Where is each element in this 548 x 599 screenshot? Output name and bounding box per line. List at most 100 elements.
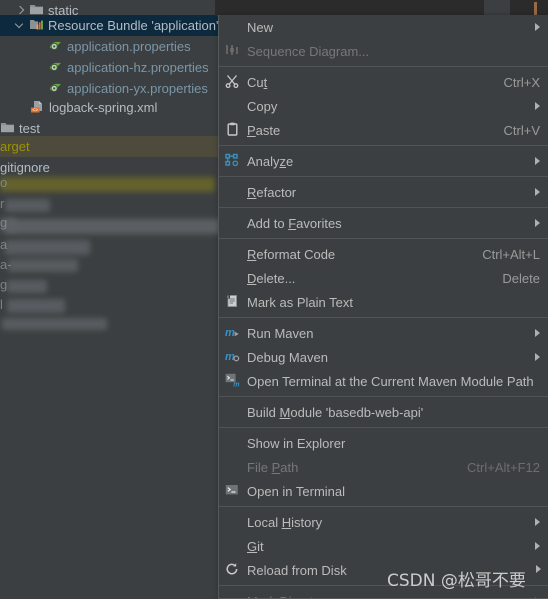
context-menu[interactable]: New Sequence Diagram... Cut Ctrl+X Copy Paste… [218,15,548,599]
menu-item-show-in-explorer[interactable]: Show in Explorer [219,431,548,455]
chevron-down-icon[interactable] [14,19,27,32]
menu-item-mark-as-plain-text[interactable]: x Mark as Plain Text [219,290,548,314]
menu-item-label: Run Maven [247,325,314,341]
tree-row-label: arget [0,139,30,154]
tree-row-label: application.properties [67,39,191,54]
menu-item-shortcut: Ctrl+V [503,122,540,138]
menu-icon-slot [225,270,243,286]
svg-text:m: m [225,351,235,363]
menu-separator [219,176,548,177]
menu-separator [219,145,548,146]
menu-item-run-maven[interactable]: m Run Maven [219,321,548,345]
menu-item-label: Analyze [247,153,294,169]
redacted-row-fragment: a [0,237,8,252]
tree-row-label: gitignore [0,160,50,175]
menu-item-label: Local History [247,514,323,530]
menu-separator [219,66,548,67]
submenu-arrow-icon [530,352,540,362]
terminal-icon [225,483,243,499]
menu-icon-slot [225,538,243,554]
svg-text:<>: <> [32,107,38,112]
maven-run-icon: m [225,325,240,342]
menu-item-analyze[interactable]: Analyze [219,149,548,173]
menu-item-sequence-diagram: Sequence Diagram... [219,39,548,63]
redacted-row-fragment: r [0,196,5,211]
menu-item-label: Refactor [247,184,297,200]
svg-text:m: m [225,327,235,339]
submenu-arrow-icon [530,101,540,111]
redacted-row-fragment: o [0,175,8,190]
redacted-tree-row [6,219,221,234]
menu-separator [219,207,548,208]
menu-item-open-terminal-at-the-current-maven-module-path[interactable]: m Open Terminal at the Current Maven Modu… [219,369,548,393]
clipboard-icon [226,122,239,139]
submenu-arrow-icon [530,156,540,166]
maven-debug-icon: m [225,349,243,365]
menu-separator [219,427,548,428]
menu-icon-slot [225,593,243,598]
menu-item-label: Reload from Disk [247,562,347,578]
menu-item-local-history[interactable]: Local History [219,510,548,534]
properties-file-icon [48,39,63,55]
reload-icon [225,562,239,579]
menu-item-git[interactable]: Git [219,534,548,558]
menu-icon-slot [225,215,243,231]
reload-icon [225,562,243,578]
menu-item-file-path: File Path Ctrl+Alt+F12 [219,455,548,479]
menu-item-build-module-basedb-web-api[interactable]: Build Module 'basedb-web-api' [219,400,548,424]
maven-debug-icon: m [225,349,240,366]
menu-item-label: File Path [247,459,299,475]
menu-item-shortcut: Delete [502,270,540,286]
menu-item-open-in-terminal[interactable]: Open in Terminal [219,479,548,503]
plain-text-icon: x [225,294,243,310]
sequence-diagram-icon [225,43,240,60]
menu-icon-slot [225,184,243,200]
sequence-diagram-icon [225,43,243,59]
maven-run-icon: m [225,325,243,341]
redacted-tree-row [8,259,78,272]
resource-bundle-icon [29,18,44,34]
menu-item-shortcut: Ctrl+Alt+F12 [467,459,540,475]
redacted-tree-row [7,299,65,313]
analyze-icon [224,153,243,170]
scissors-icon [225,74,239,91]
menu-icon-slot [225,246,243,262]
menu-item-label: New [247,19,274,35]
menu-item-paste[interactable]: Paste Ctrl+V [219,118,548,142]
redacted-tree-row [7,280,47,293]
redacted-tree-row [0,177,215,192]
submenu-arrow-icon [530,328,540,338]
redacted-tree-row [2,318,107,330]
menu-item-label: Open Terminal at the Current Maven Modul… [247,373,534,389]
submenu-arrow-icon [530,22,540,32]
menu-item-delete[interactable]: Delete... Delete [219,266,548,290]
menu-item-label: Show in Explorer [247,435,346,451]
menu-separator [219,238,548,239]
menu-item-label: Build Module 'basedb-web-api' [247,404,424,420]
redacted-row-fragment: g [0,215,8,230]
menu-icon-slot [225,435,243,451]
menu-item-reformat-code[interactable]: Reformat Code Ctrl+Alt+L [219,242,548,266]
maven-terminal-icon: m [225,373,243,389]
menu-item-label: Reformat Code [247,246,336,262]
menu-separator [219,506,548,507]
menu-separator [219,396,548,397]
menu-item-debug-maven[interactable]: m Debug Maven [219,345,548,369]
menu-item-label: Mark Directory as [247,594,520,599]
menu-item-add-to-favorites[interactable]: Add to Favorites [219,211,548,235]
menu-item-label: Sequence Diagram... [247,43,370,59]
menu-item-refactor[interactable]: Refactor [219,180,548,204]
clipboard-icon [225,122,243,138]
menu-item-new[interactable]: New [219,15,548,39]
menu-item-cut[interactable]: Cut Ctrl+X [219,70,548,94]
menu-icon-slot [225,19,243,35]
menu-item-label: Git [247,538,264,554]
menu-separator [219,585,548,586]
analyze-icon [224,153,240,170]
folder-icon [0,121,15,137]
editor-gutter-edge [484,0,510,16]
menu-item-reload-from-disk[interactable]: Reload from Disk [219,558,548,582]
menu-icon-slot [225,459,243,475]
menu-item-copy[interactable]: Copy [219,94,548,118]
menu-icon-slot [225,404,243,420]
